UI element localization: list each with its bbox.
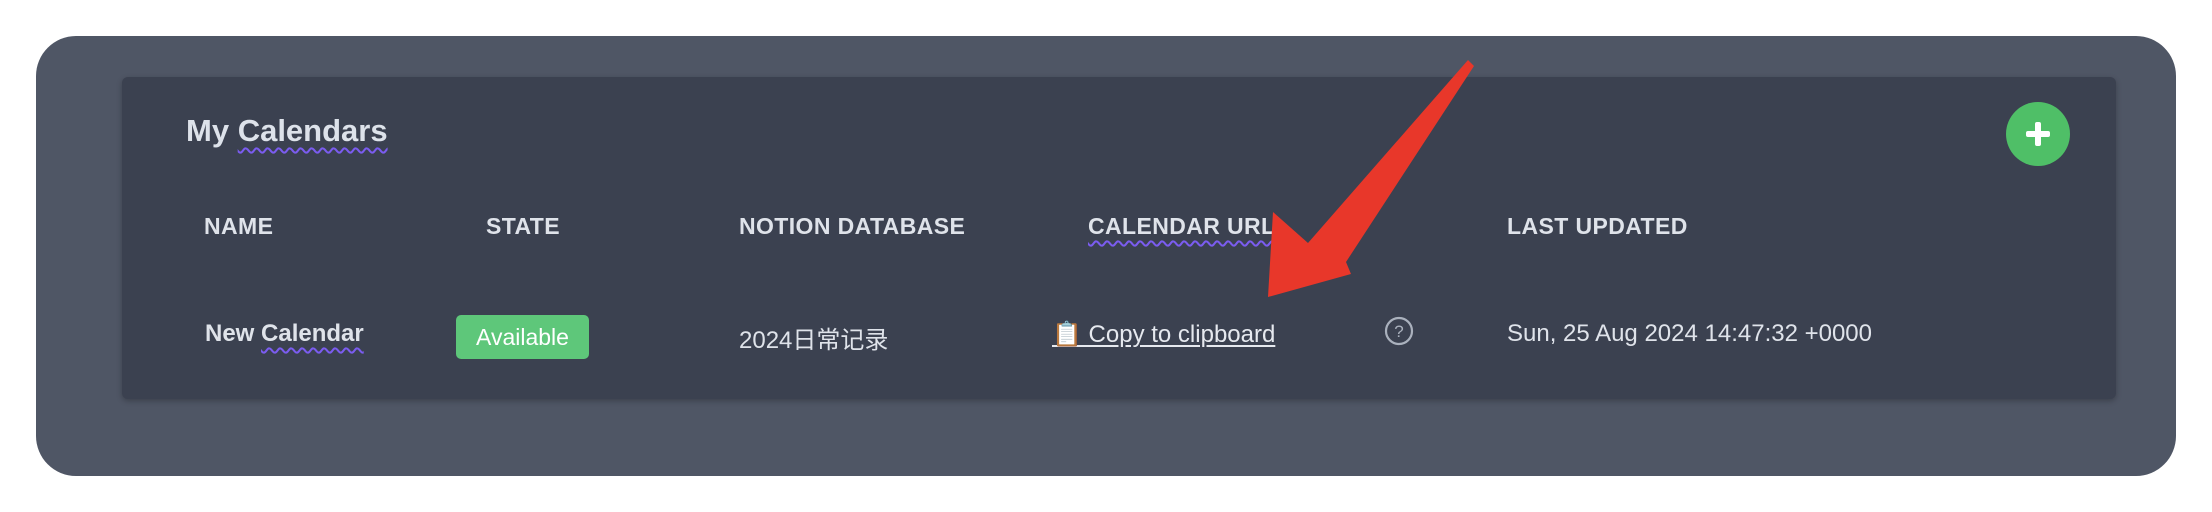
calendar-name-part2: Calendar bbox=[261, 320, 364, 347]
calendar-name-part1: New bbox=[205, 320, 262, 347]
state-badge: Available bbox=[456, 315, 589, 359]
column-header-state: STATE bbox=[486, 213, 560, 239]
title-text-my: My bbox=[186, 113, 238, 148]
notion-database-cell: 2024日常记录 bbox=[739, 327, 889, 354]
column-header-last-updated: LAST UPDATED bbox=[1507, 213, 1688, 239]
help-icon-glyph: ? bbox=[1394, 322, 1403, 341]
column-header-name: NAME bbox=[204, 213, 274, 239]
calendars-card: My Calendars NAME STATE NOTION DATABASE … bbox=[122, 77, 2116, 399]
calendar-name-cell[interactable]: New Calendar bbox=[205, 320, 364, 348]
last-updated-cell: Sun, 25 Aug 2024 14:47:32 +0000 bbox=[1507, 320, 1873, 347]
help-icon[interactable]: ? bbox=[1384, 316, 1414, 346]
column-header-notion-database: NOTION DATABASE bbox=[739, 213, 966, 239]
column-header-calendar-url-label: CALENDAR URL bbox=[1088, 213, 1276, 239]
app-panel: My Calendars NAME STATE NOTION DATABASE … bbox=[36, 36, 2176, 476]
page-title: My Calendars bbox=[186, 113, 388, 149]
copy-to-clipboard-link[interactable]: 📋 Copy to clipboard bbox=[1052, 320, 1275, 349]
column-header-calendar-url: CALENDAR URL bbox=[1088, 213, 1276, 240]
add-calendar-button[interactable] bbox=[2006, 102, 2070, 166]
plus-icon bbox=[2026, 122, 2050, 146]
title-text-calendars: Calendars bbox=[237, 113, 388, 148]
